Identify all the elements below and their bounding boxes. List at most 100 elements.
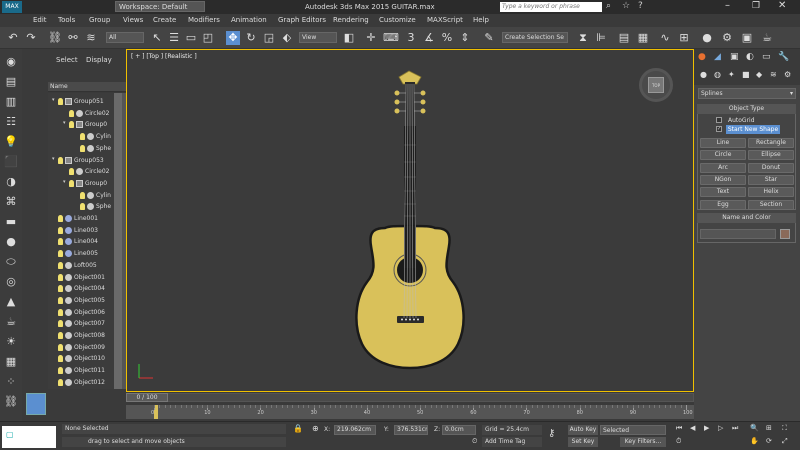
minimize-icon[interactable]: – (725, 0, 730, 11)
workspace-select[interactable]: Workspace: Default (115, 1, 205, 12)
selection-filter-select[interactable]: All (106, 32, 144, 43)
menu-animation[interactable]: Animation (231, 16, 267, 24)
undo-icon[interactable]: ↶ (6, 31, 20, 45)
menu-maxscript[interactable]: MAXScript (427, 16, 463, 24)
angle-snap-icon[interactable]: ∡ (422, 31, 436, 45)
visibility-bulb-icon[interactable] (58, 367, 63, 375)
particles-icon[interactable]: ⁘ (4, 375, 18, 389)
snaps-toggle-icon[interactable]: 3 (404, 31, 418, 45)
create-ngon-button[interactable]: NGon (700, 174, 746, 185)
zoom-extents-icon[interactable]: ⛶ (782, 424, 787, 433)
schematic-view-icon[interactable]: ⊞ (677, 31, 691, 45)
bind-space-warp-icon[interactable]: ≋ (84, 31, 98, 45)
visibility-bulb-icon[interactable] (58, 296, 63, 304)
named-selection-set-select[interactable]: Create Selection Se (502, 32, 568, 43)
cylinder-icon[interactable]: ⬭ (4, 255, 18, 269)
create-egg-button[interactable]: Egg (700, 199, 746, 210)
unlink-icon[interactable]: ⚯ (66, 31, 80, 45)
select-rotate-icon[interactable]: ↻ (244, 31, 258, 45)
reference-coordinate-select[interactable]: View (299, 32, 337, 43)
time-tag-icon[interactable]: ⏲ (472, 437, 477, 446)
create-section-button[interactable]: Section (748, 199, 794, 210)
render-setup-icon[interactable]: ⚙ (720, 31, 734, 45)
display-tab-icon[interactable]: ▭ (762, 52, 771, 62)
render-production-icon[interactable]: ☕ (760, 31, 774, 45)
align-icon[interactable]: ⊫ (594, 31, 608, 45)
select-move-icon[interactable]: ✥ (226, 31, 240, 45)
visibility-bulb-icon[interactable] (58, 98, 63, 105)
light-icon[interactable]: 💡 (4, 135, 18, 149)
expand-triangle-icon[interactable]: ▾ (63, 120, 66, 126)
auto-key-button[interactable]: Auto Key (568, 425, 598, 435)
hierarchy-icon[interactable]: ☷ (4, 115, 18, 129)
redo-icon[interactable]: ↷ (24, 31, 38, 45)
visibility-bulb-icon[interactable] (58, 320, 63, 328)
visibility-bulb-icon[interactable] (80, 144, 85, 152)
expand-triangle-icon[interactable]: ▾ (52, 97, 55, 103)
spacewarp-icon[interactable]: ⌘ (4, 195, 18, 209)
helpers-icon[interactable]: ◆ (756, 70, 762, 79)
visibility-bulb-icon[interactable] (69, 109, 74, 117)
visibility-bulb-icon[interactable] (58, 332, 63, 339)
teapot-icon[interactable]: ☕ (4, 315, 18, 329)
autogrid-checkbox[interactable] (716, 117, 722, 123)
window-crossing-icon[interactable]: ◰ (201, 31, 215, 45)
menu-rendering[interactable]: Rendering (333, 16, 369, 24)
cone-icon[interactable]: ▲ (4, 295, 18, 309)
create-ellipse-button[interactable]: Ellipse (748, 150, 794, 161)
mirror-icon[interactable]: ⧗ (576, 31, 590, 45)
name-color-title[interactable]: Name and Color (697, 213, 796, 223)
rectangular-selection-icon[interactable]: ▭ (184, 31, 198, 45)
scene-tree-scrollbar[interactable] (114, 93, 122, 389)
menu-customize[interactable]: Customize (379, 16, 416, 24)
visibility-bulb-icon[interactable] (58, 343, 63, 351)
key-icon[interactable]: ⚷ (548, 428, 555, 439)
visibility-bulb-icon[interactable] (58, 378, 63, 386)
hierarchy-link-icon[interactable]: ⛓ (4, 395, 18, 409)
keyboard-shortcut-icon[interactable]: ⌨ (383, 31, 399, 45)
object-type-title[interactable]: Object Type (697, 104, 796, 114)
systems-icon[interactable]: ⚙ (784, 70, 791, 79)
lock-selection-icon[interactable]: 🔒 (293, 424, 303, 433)
pan-icon[interactable]: ✋ (750, 437, 759, 445)
zoom-icon[interactable]: 🔍 (750, 424, 759, 432)
star-icon[interactable]: ☆ (622, 1, 630, 11)
help-icon[interactable]: ? (638, 1, 643, 11)
absolute-mode-icon[interactable]: ⊕ (312, 424, 319, 433)
start-new-shape-checkbox[interactable]: ✓ (716, 126, 722, 132)
object-name-field[interactable] (700, 229, 776, 239)
expand-triangle-icon[interactable]: ▾ (52, 156, 55, 162)
key-filters-button[interactable]: Key Filters... (620, 437, 666, 447)
tab-display[interactable]: Display (86, 56, 112, 64)
visibility-bulb-icon[interactable] (69, 121, 74, 129)
time-config-icon[interactable]: ⏱ (676, 437, 681, 446)
create-helix-button[interactable]: Helix (748, 187, 794, 198)
menu-help[interactable]: Help (473, 16, 489, 24)
sun-icon[interactable]: ☀ (4, 335, 18, 349)
percent-snap-icon[interactable]: % (440, 31, 454, 45)
menu-edit[interactable]: Edit (33, 16, 47, 24)
category-select[interactable]: Splines ▾ (698, 88, 796, 99)
camera-icon[interactable]: ⬛ (4, 155, 18, 169)
visibility-bulb-icon[interactable] (58, 238, 63, 246)
visibility-bulb-icon[interactable] (80, 191, 85, 199)
menu-tools[interactable]: Tools (58, 16, 75, 24)
shapes-icon[interactable]: ◍ (714, 70, 721, 79)
cameras-icon[interactable]: ■ (742, 70, 750, 79)
guitar-model[interactable] (127, 50, 695, 393)
z-coordinate-field[interactable]: 0.0cm (442, 425, 476, 435)
add-time-tag-button[interactable]: Add Time Tag (482, 437, 542, 447)
time-slider[interactable] (126, 393, 694, 402)
visibility-bulb-icon[interactable] (58, 156, 63, 164)
geometry-icon[interactable]: ● (700, 70, 707, 79)
create-circle-button[interactable]: Circle (700, 150, 746, 161)
layer-manager-icon[interactable]: ▤ (617, 31, 631, 45)
create-arc-button[interactable]: Arc (700, 162, 746, 173)
play-icon[interactable]: ▶ (704, 424, 709, 432)
visibility-bulb-icon[interactable] (58, 308, 63, 316)
listener-icon[interactable]: ▢ (6, 430, 14, 439)
create-star-button[interactable]: Star (748, 174, 794, 185)
edit-named-selection-icon[interactable]: ✎ (482, 31, 496, 45)
box-icon[interactable]: ▬ (4, 215, 18, 229)
viewport-top[interactable]: [ + ] [Top ] [Realistic ] TOP (126, 49, 694, 392)
